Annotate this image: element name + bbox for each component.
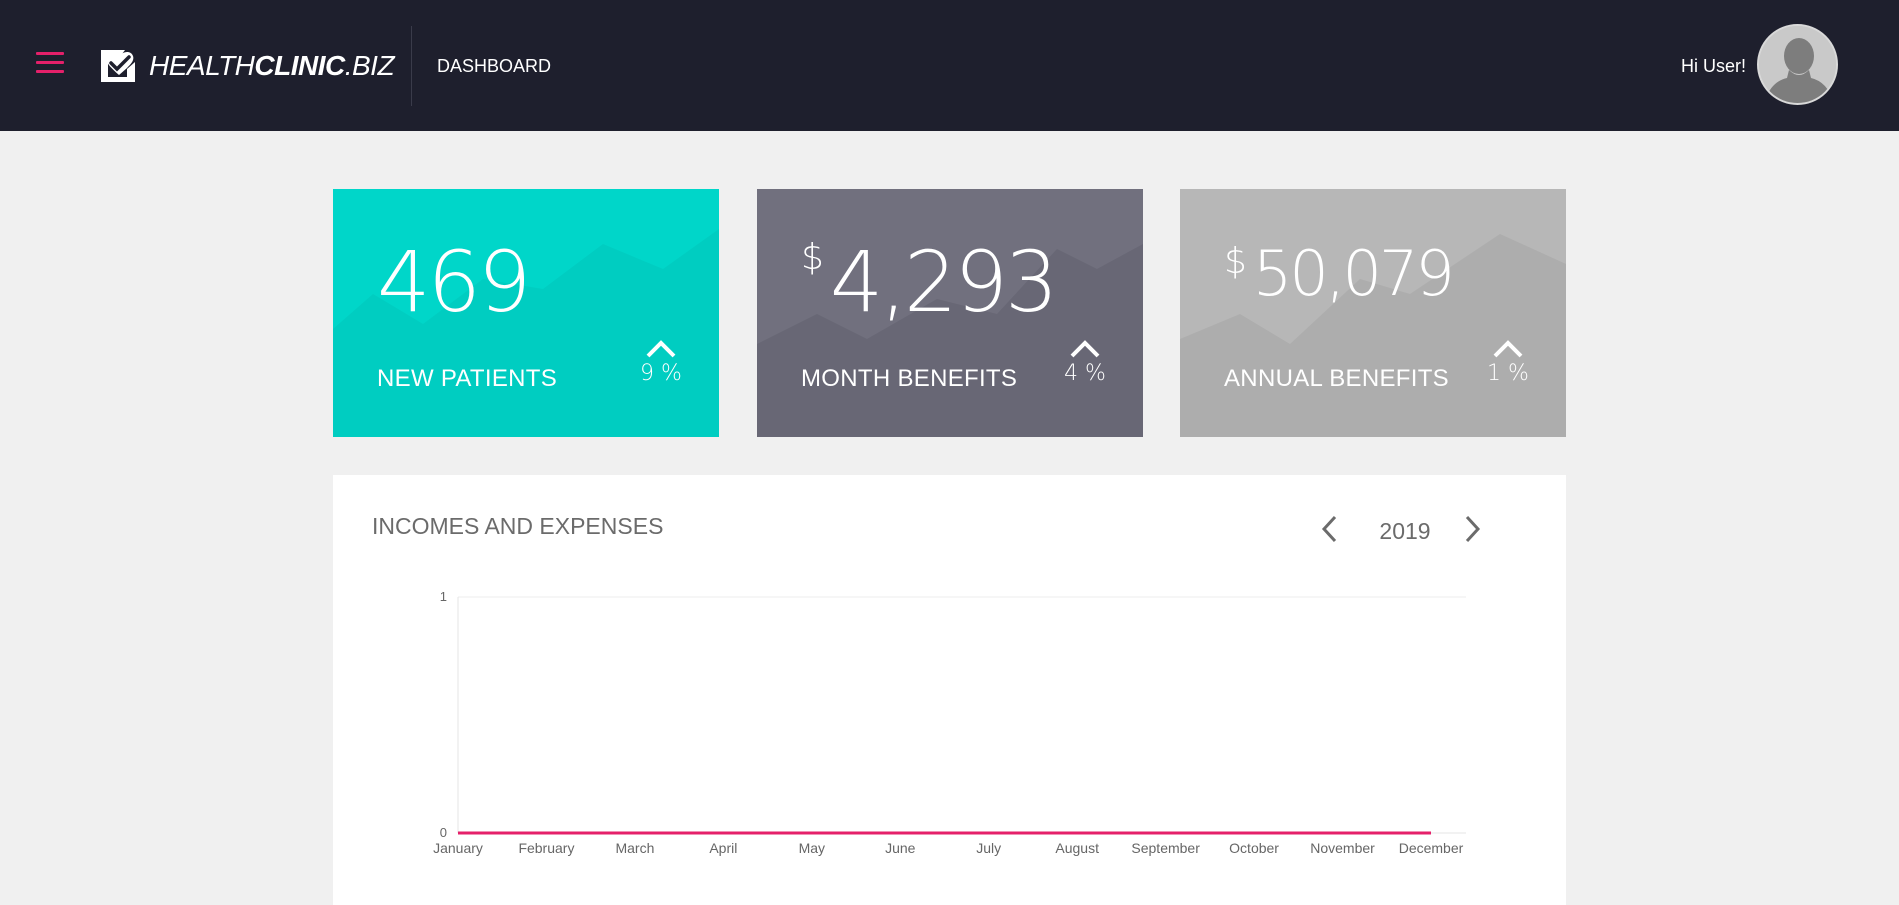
user-greeting: Hi User!	[1681, 56, 1747, 76]
annual-benefits-label: ANNUAL BENEFITS	[1224, 365, 1449, 392]
trend-percent: 9 %	[640, 361, 682, 386]
selected-year: 2019	[1379, 518, 1431, 544]
card-background-mountains	[1180, 234, 1566, 437]
y-tick-label: 1	[440, 589, 447, 604]
top-navbar: HEALTHCLINIC.BIZ DASHBOARD Hi User!	[0, 0, 1899, 131]
stat-card-month-benefits: $ 4,293 MONTH BENEFITS 4 %	[757, 189, 1143, 437]
chevron-left-icon[interactable]	[1315, 511, 1345, 547]
x-tick-label: January	[433, 840, 483, 856]
x-tick-label: November	[1310, 840, 1375, 856]
month-benefits-trend: 4 %	[1063, 339, 1107, 386]
stat-card-new-patients: 469 NEW PATIENTS 9 %	[333, 189, 719, 437]
incomes-expenses-chart: 0 1 January February March April May June July Au…	[433, 589, 1466, 856]
currency-symbol: $	[801, 237, 824, 278]
new-patients-trend: 9 %	[639, 339, 683, 386]
chevron-up-icon	[1070, 340, 1100, 358]
brand-name: HEALTHCLINIC.BIZ	[149, 50, 395, 81]
hamburger-menu-icon[interactable]	[36, 52, 64, 76]
header-divider	[411, 26, 412, 106]
heart-check-logo-icon	[101, 50, 135, 82]
panel-title: INCOMES AND EXPENSES	[372, 513, 664, 539]
x-tick-label: September	[1131, 840, 1200, 856]
x-tick-label: October	[1229, 840, 1279, 856]
chevron-up-icon	[646, 340, 676, 358]
x-tick-label: December	[1399, 840, 1464, 856]
x-tick-label: April	[709, 840, 737, 856]
brand-logo[interactable]: HEALTHCLINIC.BIZ	[97, 47, 395, 85]
x-tick-label: August	[1055, 840, 1099, 856]
x-tick-label: February	[518, 840, 574, 856]
y-tick-label: 0	[440, 825, 447, 840]
x-tick-label: May	[799, 840, 825, 856]
annual-benefits-value: $ 50,079	[1224, 237, 1455, 310]
page-title[interactable]: DASHBOARD	[437, 56, 551, 77]
new-patients-value: 469	[377, 233, 531, 331]
chevron-right-icon[interactable]	[1457, 511, 1487, 547]
currency-symbol: $	[1224, 241, 1247, 282]
user-avatar[interactable]	[1757, 24, 1838, 105]
chevron-up-icon	[1493, 340, 1523, 358]
x-tick-label: July	[976, 840, 1001, 856]
user-silhouette-icon	[1759, 26, 1836, 103]
x-tick-label: March	[615, 840, 654, 856]
x-tick-label: June	[885, 840, 916, 856]
trend-percent: 4 %	[1064, 361, 1106, 386]
incomes-expenses-panel: INCOMES AND EXPENSES 2019 0 1 January Febru…	[333, 475, 1566, 905]
new-patients-label: NEW PATIENTS	[377, 365, 558, 392]
annual-benefits-trend: 1 %	[1486, 339, 1530, 386]
trend-percent: 1 %	[1487, 361, 1529, 386]
year-selector: 2019	[1315, 511, 1495, 547]
month-benefits-label: MONTH BENEFITS	[801, 365, 1018, 392]
month-benefits-value: $ 4,293	[801, 233, 1058, 331]
stat-card-annual-benefits: $ 50,079 ANNUAL BENEFITS 1 %	[1180, 189, 1566, 437]
